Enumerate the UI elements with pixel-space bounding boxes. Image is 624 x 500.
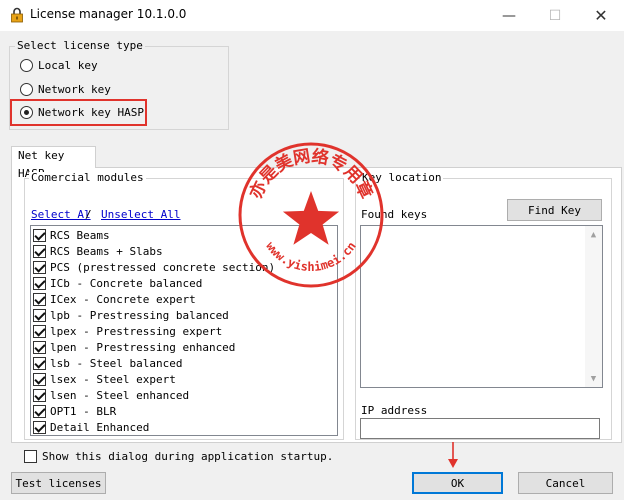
close-icon: ✕ (594, 6, 608, 25)
window-title: License manager 10.1.0.0 (30, 7, 187, 21)
maximize-button[interactable]: ☐ (532, 0, 578, 31)
list-item-label: lsb - Steel balanced (50, 356, 183, 370)
list-item[interactable]: OPT1 - BLR (33, 403, 116, 419)
list-item[interactable]: ICex - Concrete expert (33, 291, 196, 307)
lock-icon (11, 7, 23, 23)
list-item-label: RCS Beams + Slabs (50, 244, 163, 258)
ip-address-input[interactable] (360, 418, 600, 439)
radio-label: Local key (38, 59, 98, 72)
list-item-label: lsex - Steel expert (50, 372, 176, 386)
list-item[interactable]: lpen - Prestressing enhanced (33, 339, 235, 355)
find-key-label: Find Key (528, 203, 581, 217)
checkbox[interactable] (33, 356, 46, 370)
list-item-label: Detail Enhanced (50, 420, 150, 434)
key-location-label: Key location (360, 171, 444, 184)
radio-button[interactable] (20, 59, 33, 72)
list-item[interactable]: lsex - Steel expert (33, 371, 176, 387)
select-all-link[interactable]: Select Al (31, 208, 91, 221)
list-item[interactable]: ICb - Concrete balanced (33, 275, 202, 291)
checkbox[interactable] (33, 420, 46, 434)
radio-network-key[interactable]: Network key (20, 83, 111, 96)
startup-checkbox[interactable] (24, 450, 37, 463)
startup-label: Show this dialog during application star… (42, 450, 334, 463)
ok-label: OK (450, 476, 465, 490)
radio-label: Network key (38, 83, 111, 96)
list-item[interactable]: lpex - Prestressing expert (33, 323, 222, 339)
test-licenses-label: Test licenses (15, 476, 102, 490)
found-keys-label: Found keys (361, 208, 428, 221)
tab-net-key-hasp[interactable]: Net key HASP (11, 146, 96, 180)
list-item[interactable]: RCS Beams + Slabs (33, 243, 163, 259)
list-item-label: ICex - Concrete expert (50, 292, 196, 306)
list-item-label: ICb - Concrete balanced (50, 276, 203, 290)
list-item[interactable]: Detail Enhanced (33, 419, 149, 435)
list-item-label: OPT1 - BLR (50, 404, 117, 418)
checkbox[interactable] (33, 372, 46, 386)
scrollbar[interactable]: ▲ ▼ (585, 226, 602, 387)
list-item[interactable]: PCS (prestressed concrete section) (33, 259, 275, 275)
radio-local-key[interactable]: Local key (20, 59, 98, 72)
link-separator: / (85, 208, 92, 221)
list-item[interactable]: lsb - Steel balanced (33, 355, 182, 371)
ok-button[interactable]: OK (412, 472, 503, 494)
checkbox[interactable] (33, 404, 46, 418)
unselect-all-link[interactable]: Unselect All (101, 208, 180, 221)
checkbox[interactable] (33, 292, 46, 306)
cancel-label: Cancel (545, 476, 586, 490)
cancel-button[interactable]: Cancel (518, 472, 613, 494)
list-item[interactable]: RCS Beams (33, 227, 110, 243)
radio-button[interactable] (20, 83, 33, 96)
checkbox[interactable] (33, 260, 46, 274)
list-item-label: lpen - Prestressing enhanced (50, 340, 236, 354)
checkbox[interactable] (33, 308, 46, 322)
annotation-highlight-box (10, 99, 147, 126)
find-key-button[interactable]: Find Key (507, 199, 602, 221)
arrow-down-icon (448, 442, 458, 468)
checkbox[interactable] (33, 388, 46, 402)
list-item[interactable]: lsen - Steel enhanced (33, 387, 189, 403)
minimize-button[interactable]: — (486, 0, 532, 31)
minimize-icon: — (502, 7, 516, 24)
checkbox[interactable] (33, 340, 46, 354)
checkbox[interactable] (33, 324, 46, 338)
list-item-label: lsen - Steel enhanced (50, 388, 190, 402)
modules-list[interactable]: RCS Beams RCS Beams + Slabs PCS (prestre… (30, 225, 338, 436)
found-keys-list[interactable]: ▲ ▼ (360, 225, 603, 388)
test-licenses-button[interactable]: Test licenses (11, 472, 106, 494)
list-item-label: lpex - Prestressing expert (50, 324, 223, 338)
checkbox[interactable] (33, 228, 46, 242)
list-item[interactable]: lpb - Prestressing balanced (33, 307, 229, 323)
scroll-down-icon[interactable]: ▼ (585, 370, 602, 387)
list-item-label: PCS (prestressed concrete section) (50, 260, 276, 274)
scroll-up-icon[interactable]: ▲ (585, 226, 602, 243)
list-item-label: RCS Beams (50, 228, 110, 242)
maximize-icon: ☐ (548, 7, 562, 24)
startup-checkbox-row[interactable]: Show this dialog during application star… (24, 450, 333, 463)
ip-address-label: IP address (361, 404, 428, 417)
checkbox[interactable] (33, 276, 46, 290)
checkbox[interactable] (33, 244, 46, 258)
list-item-label: lpb - Prestressing balanced (50, 308, 229, 322)
title-bar: License manager 10.1.0.0 — ☐ ✕ (0, 0, 624, 31)
close-button[interactable]: ✕ (578, 0, 624, 31)
modules-group-label: Comercial modules (29, 171, 146, 184)
license-type-label: Select license type (15, 39, 145, 52)
